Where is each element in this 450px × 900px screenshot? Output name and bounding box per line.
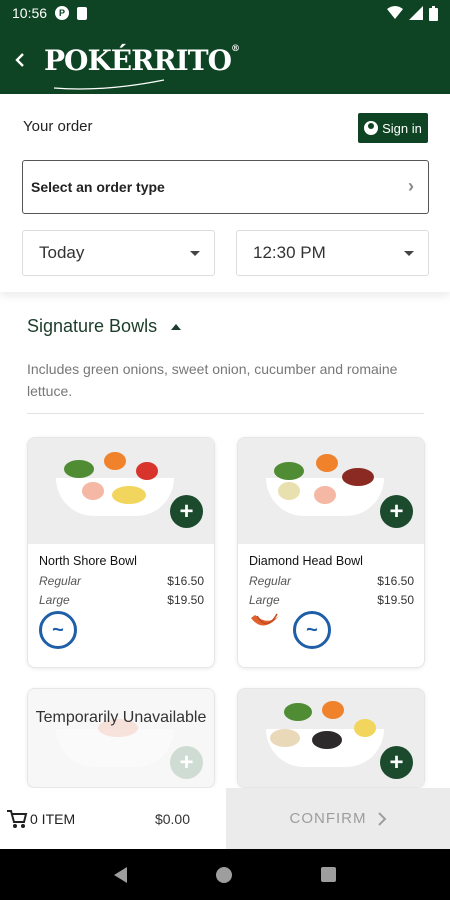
product-card[interactable]: + North Shore Bowl Regular $16.50 Large …: [27, 437, 215, 668]
unavailable-label: Temporarily Unavailable: [35, 709, 207, 726]
product-card-unavailable: Temporarily Unavailable +: [27, 688, 215, 788]
product-image: +: [238, 438, 424, 544]
cart-summary[interactable]: 0 ITEM $0.00: [0, 788, 226, 849]
notification-icon: P: [55, 6, 70, 20]
spicy-tuna-graphic: [342, 468, 374, 486]
cart-icon: [7, 809, 28, 828]
price-row: Large $19.50: [39, 593, 204, 607]
price-value: $19.50: [377, 593, 414, 607]
add-button[interactable]: +: [380, 746, 413, 779]
status-right: [387, 5, 438, 21]
carrot-graphic: [104, 452, 126, 470]
account-icon: [364, 121, 379, 135]
masago-graphic: [322, 701, 344, 719]
add-button-disabled: +: [170, 746, 203, 779]
cart-item-count: 0 ITEM: [30, 810, 76, 827]
product-name: North Shore Bowl: [39, 554, 137, 568]
status-bar: 10:56 P: [0, 0, 450, 26]
greens-graphic: [64, 460, 94, 478]
salmon-graphic: [314, 486, 336, 504]
chevron-right-icon: ›: [408, 176, 414, 196]
time-value: 12:30 PM: [253, 243, 326, 262]
section-title: Signature Bowls: [27, 316, 158, 336]
price-row: Regular $16.50: [39, 574, 204, 588]
logo-registered-mark: ®: [231, 43, 240, 54]
price-row: Large $19.50: [249, 593, 414, 607]
pineapple-graphic: [112, 486, 146, 504]
product-card[interactable]: +: [237, 688, 425, 788]
nav-home-icon[interactable]: [215, 866, 232, 883]
size-label: Large: [39, 593, 70, 607]
masago-graphic: [316, 454, 338, 472]
greens-graphic: [274, 462, 304, 480]
order-type-selector[interactable]: Select an order type ›: [22, 160, 429, 214]
product-image: Temporarily Unavailable +: [28, 689, 214, 787]
price-value: $16.50: [167, 574, 204, 588]
crab-graphic: [278, 482, 300, 500]
price-value: $16.50: [377, 574, 414, 588]
order-type-label: Select an order type: [31, 179, 165, 195]
collapse-arrow-icon[interactable]: [171, 323, 182, 330]
product-card[interactable]: + Diamond Head Bowl Regular $16.50 Large…: [237, 437, 425, 668]
sign-in-button[interactable]: Sign in: [358, 113, 428, 143]
salmon-graphic: [82, 482, 104, 500]
confirm-label: CONFIRM: [289, 810, 367, 827]
order-panel: Your order Sign in Select an order type …: [0, 94, 450, 292]
price-value: $19.50: [167, 593, 204, 607]
sign-in-label: Sign in: [382, 120, 422, 136]
dropdown-arrow-icon: [190, 251, 200, 256]
date-value: Today: [39, 243, 85, 262]
brand-logo: POKÉRRITO®: [44, 43, 240, 90]
time-select[interactable]: 12:30 PM: [236, 230, 429, 276]
system-nav-bar: [0, 849, 450, 900]
your-order-title: Your order: [23, 118, 93, 135]
date-select[interactable]: Today: [22, 230, 215, 276]
nav-recents-icon[interactable]: [320, 867, 336, 882]
size-label: Large: [249, 593, 280, 607]
seaweed-graphic: [312, 731, 342, 749]
price-row: Regular $16.50: [249, 574, 414, 588]
chevron-right-icon: [377, 811, 386, 826]
sim-card-icon: [77, 6, 88, 20]
greens-graphic: [284, 703, 312, 721]
cart-total: $0.00: [154, 810, 190, 827]
size-label: Regular: [249, 574, 292, 588]
corn-graphic: [354, 719, 376, 737]
back-button[interactable]: [8, 48, 32, 72]
add-button[interactable]: +: [380, 495, 413, 528]
fish-icon: ~: [293, 611, 331, 649]
size-label: Regular: [39, 574, 82, 588]
status-time: 10:56: [12, 5, 48, 21]
status-left: 10:56 P: [12, 5, 88, 21]
product-image: +: [238, 689, 424, 787]
tuna-graphic: [136, 462, 158, 480]
confirm-button[interactable]: CONFIRM: [226, 788, 450, 849]
spicy-icon: [251, 613, 279, 626]
signal-icon: [409, 6, 423, 20]
battery-icon: [429, 5, 438, 21]
dropdown-arrow-icon: [404, 251, 414, 256]
chevron-left-icon: [15, 53, 24, 67]
logo-text: POKÉRRITO: [44, 43, 232, 77]
wifi-icon: [387, 6, 403, 19]
section-header[interactable]: Signature Bowls: [27, 316, 182, 337]
fish-icon: ~: [39, 611, 77, 649]
product-name: Diamond Head Bowl: [249, 554, 363, 568]
app-bar: POKÉRRITO®: [0, 26, 450, 94]
divider: [27, 413, 424, 414]
logo-swoosh: [54, 78, 165, 90]
lotus-graphic: [270, 729, 300, 747]
cart-bar: 0 ITEM $0.00 CONFIRM: [0, 788, 450, 849]
add-button[interactable]: +: [170, 495, 203, 528]
nav-back-icon[interactable]: [114, 866, 128, 883]
product-image: +: [28, 438, 214, 544]
section-description: Includes green onions, sweet onion, cucu…: [27, 361, 398, 399]
